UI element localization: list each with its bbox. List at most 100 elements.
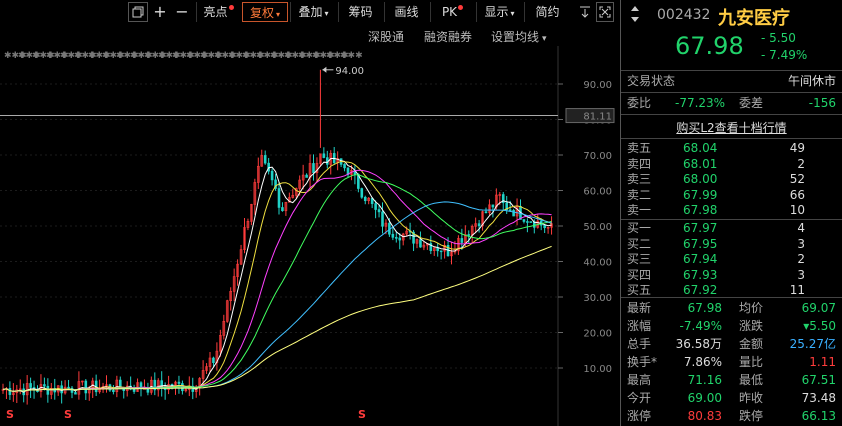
stat-value: 66.13	[801, 409, 836, 423]
ask-volume: 2	[797, 156, 805, 171]
bid-price: 67.94	[683, 252, 718, 267]
ask-volume: 66	[789, 187, 805, 202]
ma-settings-link[interactable]: 设置均线 ▾	[491, 28, 547, 45]
stat-label: 最新	[627, 301, 652, 315]
candle-body	[526, 221, 529, 223]
ask-price: 67.99	[683, 187, 718, 202]
candle-body	[377, 209, 381, 213]
candle-body	[46, 385, 50, 395]
event-marker: S	[64, 408, 72, 421]
candle-body	[177, 381, 181, 384]
marker-glyph: ✱✱✱	[340, 51, 363, 61]
stat-label: 涨跌	[739, 319, 764, 333]
simple-button[interactable]: 简约	[524, 2, 570, 22]
chart-toolbar: + − 亮点 复权 ▾ 叠加 ▾ 筹码 画线 PK 显示 ▾ 简约	[0, 0, 620, 24]
adjust-rights-button[interactable]: 复权 ▾	[242, 2, 288, 22]
bid-volume: 3	[797, 236, 805, 251]
candle-body	[467, 234, 471, 236]
y-tick-label: 70.00	[583, 151, 612, 162]
caret-down-icon: ▾	[324, 9, 329, 18]
ask-row: 卖四 68.01 2	[627, 156, 838, 173]
draw-line-button[interactable]: 画线	[384, 2, 428, 22]
pk-button[interactable]: PK	[430, 2, 474, 22]
chips-button[interactable]: 筹码	[338, 2, 382, 22]
ma5-line	[2, 157, 552, 393]
stat-value: 69.07	[801, 301, 836, 315]
candle-body	[477, 223, 481, 227]
bid-volume: 2	[797, 252, 805, 267]
candle-body	[529, 221, 533, 223]
display-button[interactable]: 显示 ▾	[476, 2, 522, 22]
kline-chart[interactable]: 90.0080.0070.0060.0050.0040.0030.0020.00…	[0, 46, 620, 426]
candle-body	[394, 237, 398, 239]
ma120-line	[2, 245, 552, 392]
dock-icon[interactable]	[576, 2, 594, 22]
stats-row: 最高 71.16 最低 67.51	[627, 372, 838, 389]
candle-body	[522, 219, 526, 222]
ask-volume: 10	[789, 203, 805, 218]
margin-trading-link[interactable]: 融资融券	[424, 28, 472, 45]
stats-row: 换手* 7.86% 量比 1.11	[627, 354, 838, 371]
y-tick-label: 90.00	[583, 80, 612, 91]
bid-price: 67.95	[683, 236, 718, 251]
y-tick-label: 50.00	[583, 222, 612, 233]
bid-volume: 3	[797, 267, 805, 282]
stat-label: 金额	[739, 337, 764, 351]
ask-row: 卖一 67.98 10	[627, 202, 838, 219]
moving-averages	[2, 157, 552, 393]
candle-body	[543, 224, 546, 229]
candle-body	[343, 164, 346, 169]
caret-down-icon: ▾	[542, 34, 547, 44]
stat-value: 80.83	[687, 409, 722, 423]
bid-level-label: 买四	[627, 267, 652, 282]
stats-row: 总手 36.58万 金额 25.27亿	[627, 336, 838, 353]
stat-value: -7.49%	[679, 319, 722, 333]
hk-connect-link[interactable]: 深股通	[368, 28, 404, 45]
candle-body	[419, 239, 422, 248]
notification-dot-icon	[458, 5, 464, 10]
ask-level-label: 卖四	[627, 156, 652, 171]
y-tick-label: 20.00	[583, 329, 612, 340]
candle-body	[29, 383, 32, 388]
caret-down-icon: ▾	[510, 9, 515, 18]
ask-row: 卖五 68.04 49	[627, 140, 838, 157]
price-change-pct: - 7.49%	[761, 48, 808, 62]
ask-price: 68.00	[683, 172, 718, 187]
ask-row: 卖二 67.99 66	[627, 187, 838, 204]
plus-icon[interactable]: +	[150, 2, 170, 22]
bid-level-label: 买二	[627, 236, 652, 251]
arrows-icon[interactable]	[629, 4, 649, 24]
stat-value: 36.58万	[675, 337, 722, 351]
overlay-button[interactable]: 叠加 ▾	[290, 2, 336, 22]
candle-body	[484, 211, 488, 214]
candle-body	[363, 196, 367, 202]
candle-body	[381, 211, 384, 227]
candle-body	[212, 357, 215, 363]
stats-row: 涨停 80.83 跌停 66.13	[627, 408, 838, 425]
event-marker: S	[6, 408, 14, 421]
trade-status-row: 交易状态 午间休市	[627, 74, 836, 88]
stats-row: 涨幅 -7.49% 涨跌 ▾5.50	[627, 318, 838, 335]
candle-body	[512, 209, 515, 217]
stat-label: 换手*	[627, 355, 658, 369]
ask-level-label: 卖三	[627, 172, 652, 187]
peak-label: 94.00	[335, 66, 364, 77]
highlight-button[interactable]: 亮点	[196, 2, 240, 22]
l2-purchase-link[interactable]: 购买L2查看十档行情	[621, 119, 842, 136]
restore-icon[interactable]	[128, 2, 148, 22]
expand-icon[interactable]	[596, 2, 614, 22]
candle-body	[43, 384, 46, 387]
bid-level-label: 买一	[627, 221, 652, 235]
caret-down-icon: ▾	[276, 10, 281, 19]
candle-body	[360, 188, 364, 198]
notification-dot-icon	[228, 5, 234, 10]
candle-body	[374, 203, 377, 210]
candle-body	[439, 250, 443, 253]
stat-label: 总手	[627, 337, 652, 351]
minus-icon[interactable]: −	[172, 2, 192, 22]
bid-row: 买二 67.95 3	[627, 236, 838, 253]
ask-row: 卖三 68.00 52	[627, 171, 838, 188]
candle-body	[491, 204, 495, 208]
stat-label: 最高	[627, 373, 652, 387]
ask-level-label: 卖二	[627, 187, 652, 202]
